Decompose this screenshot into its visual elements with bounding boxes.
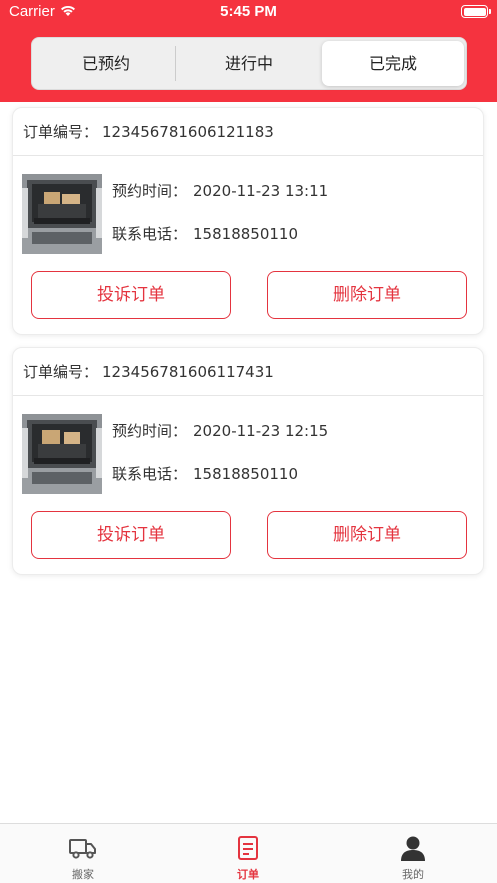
phone-row: 联系电话： 15818850110 [112,463,298,484]
phone-label: 联系电话： [112,465,188,483]
segment-booked[interactable]: 已预约 [35,41,177,86]
order-number-value: 123456781606121183 [102,123,274,141]
header-bar: Carrier 5:45 PM 已预约 进行中 已完成 [0,0,497,102]
appointment-time-value: 2020-11-23 13:11 [193,182,329,200]
appointment-time-value: 2020-11-23 12:15 [193,422,329,440]
segment-in-progress[interactable]: 进行中 [178,41,320,86]
order-card: 订单编号： 123456781606121183 预约时间： 2020-11-23 … [12,107,484,335]
segment-completed[interactable]: 已完成 [322,41,464,86]
phone-value: 15818850110 [193,225,298,243]
order-number-value: 123456781606117431 [102,363,274,381]
phone-row: 联系电话： 15818850110 [112,223,298,244]
order-number-row: 订单编号： 123456781606121183 [23,121,274,142]
bottom-tab-bar: 搬家 订单 我的 [0,823,497,883]
delete-order-button[interactable]: 删除订单 [267,511,467,559]
appointment-time-row: 预约时间： 2020-11-23 12:15 [112,420,328,441]
segment-divider [175,46,176,81]
order-number-row: 订单编号： 123456781606117431 [23,361,274,382]
order-status-segmented-control: 已预约 进行中 已完成 [31,37,467,90]
status-bar: Carrier 5:45 PM [0,0,497,26]
card-divider [13,155,483,156]
appointment-time-row: 预约时间： 2020-11-23 13:11 [112,180,328,201]
appointment-time-label: 预约时间： [112,422,188,440]
battery-tip [489,9,491,14]
order-card: 订单编号： 123456781606117431 预约时间： 2020-11-23 … [12,347,484,575]
order-number-label: 订单编号： [23,363,99,381]
tab-mine[interactable]: 我的 [363,824,463,883]
delete-order-button[interactable]: 删除订单 [267,271,467,319]
tab-moving[interactable]: 搬家 [33,824,133,883]
battery-icon [461,5,488,18]
order-number-label: 订单编号： [23,123,99,141]
appointment-time-label: 预约时间： [112,182,188,200]
truck-icon [68,833,98,863]
phone-value: 15818850110 [193,465,298,483]
van-cargo-photo [22,174,102,254]
complain-order-button[interactable]: 投诉订单 [31,511,231,559]
tab-mine-label: 我的 [402,868,424,881]
card-divider [13,395,483,396]
complain-order-button[interactable]: 投诉订单 [31,271,231,319]
phone-label: 联系电话： [112,225,188,243]
tab-orders-label: 订单 [237,868,259,881]
tab-orders[interactable]: 订单 [198,824,298,883]
van-cargo-photo [22,414,102,494]
status-time: 5:45 PM [220,3,277,20]
tab-moving-label: 搬家 [72,868,94,881]
user-icon [398,833,428,863]
order-list-icon [233,833,263,863]
